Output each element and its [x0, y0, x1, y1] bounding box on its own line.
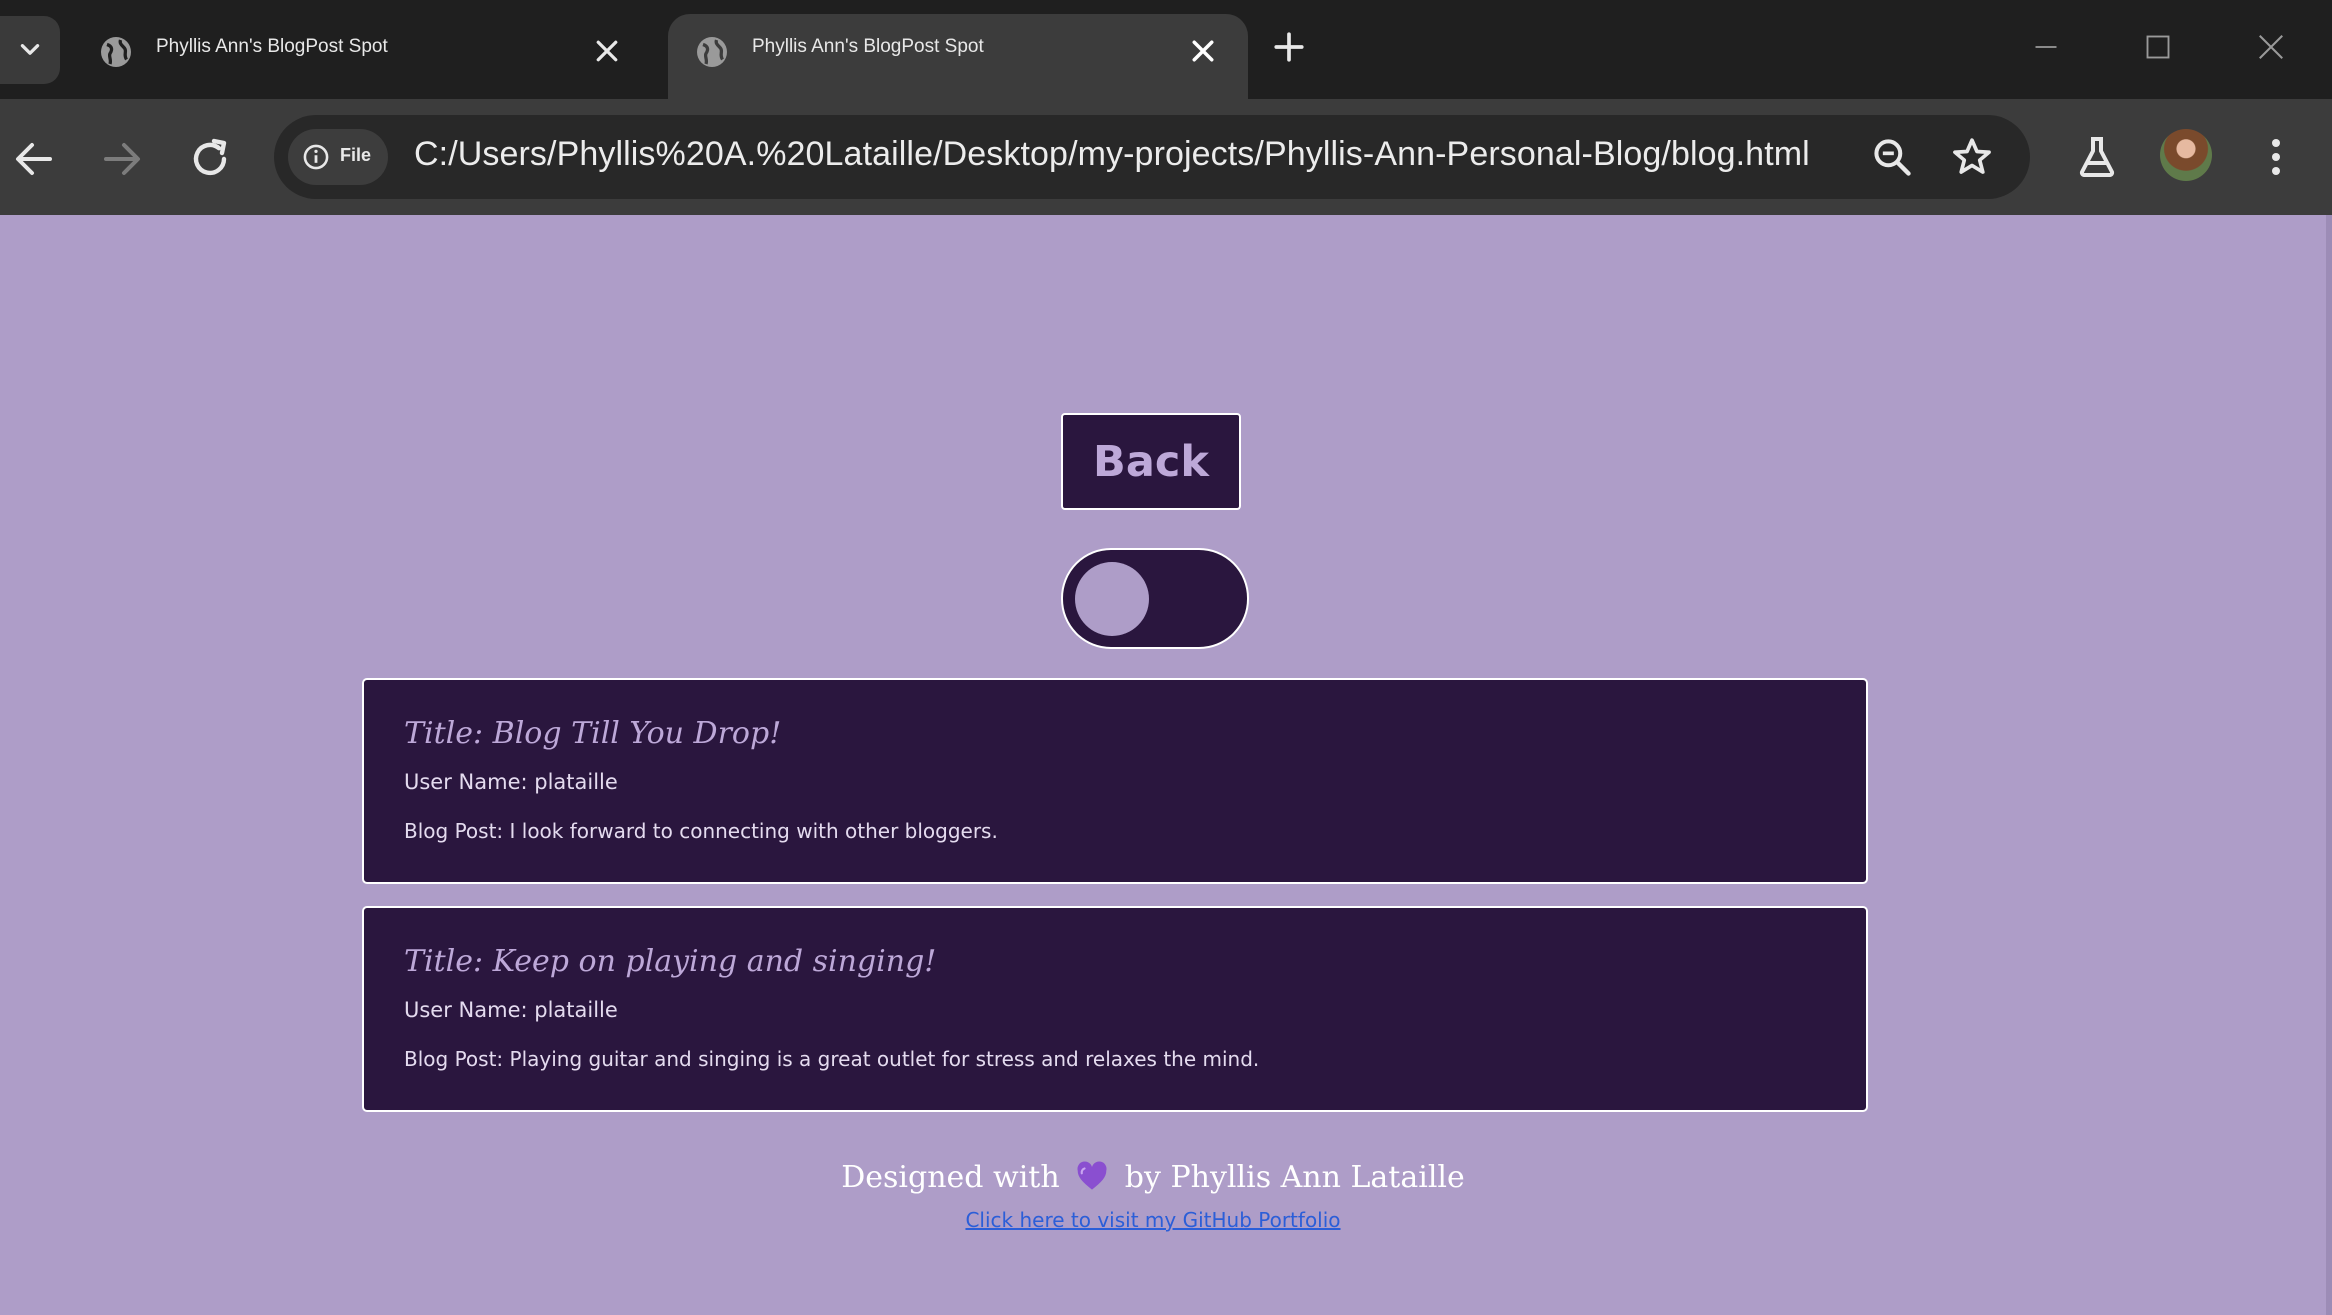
maximize-icon — [2146, 35, 2170, 59]
file-label: File — [340, 145, 372, 165]
tab-title: Phyllis Ann's BlogPost Spot — [752, 36, 984, 57]
browser-toolbar: File C:/Users/Phyllis%20A.%20Lataille/De… — [0, 99, 2332, 215]
tab-search-button[interactable] — [0, 16, 60, 84]
blog-post-card: Title: Keep on playing and singing! User… — [362, 906, 1868, 1112]
post-body: Blog Post: I look forward to connecting … — [404, 819, 998, 843]
minimize-button[interactable] — [2021, 22, 2071, 72]
post-user-name: User Name: plataille — [404, 770, 618, 794]
page-scrollbar[interactable] — [2326, 215, 2332, 1315]
page-body: Back Title: Blog Till You Drop! User Nam… — [0, 215, 2332, 1315]
theme-toggle[interactable] — [1061, 548, 1249, 649]
reload-icon[interactable] — [186, 135, 234, 183]
close-icon[interactable] — [1188, 36, 1218, 66]
zoom-out-icon[interactable] — [1870, 135, 1914, 179]
close-window-button[interactable] — [2246, 22, 2296, 72]
toggle-knob — [1075, 562, 1149, 636]
credit-suffix: by Phyllis Ann Lataille — [1124, 1160, 1465, 1195]
close-icon — [2259, 35, 2283, 59]
github-portfolio-link: Click here to visit my GitHub Portfolio — [0, 1208, 2306, 1232]
chevron-down-icon — [20, 44, 40, 55]
plus-icon[interactable] — [1272, 30, 1306, 64]
browser-tab[interactable]: Phyllis Ann's BlogPost Spot — [72, 14, 652, 99]
post-title: Title: Blog Till You Drop! — [404, 716, 782, 751]
browser-tab-active[interactable]: Phyllis Ann's BlogPost Spot — [668, 14, 1248, 99]
url-text[interactable]: C:/Users/Phyllis%20A.%20Lataille/Desktop… — [414, 135, 1810, 174]
profile-avatar[interactable] — [2160, 129, 2212, 181]
github-link-text[interactable]: Click here to visit my GitHub Portfolio — [965, 1208, 1340, 1232]
flask-icon[interactable] — [2073, 133, 2121, 181]
credit-prefix: Designed with — [841, 1160, 1060, 1195]
globe-icon — [697, 37, 727, 67]
purple-heart-icon — [1077, 1161, 1107, 1190]
minimize-icon — [2035, 46, 2057, 48]
back-button[interactable]: Back — [1061, 413, 1241, 510]
arrow-left-icon[interactable] — [10, 135, 58, 183]
globe-icon — [101, 37, 131, 67]
site-info-chip[interactable]: File — [288, 129, 388, 185]
close-icon[interactable] — [592, 36, 622, 66]
kebab-menu-icon[interactable] — [2252, 133, 2300, 181]
post-body: Blog Post: Playing guitar and singing is… — [404, 1047, 1260, 1071]
tab-title: Phyllis Ann's BlogPost Spot — [156, 36, 388, 57]
post-user-name: User Name: plataille — [404, 998, 618, 1022]
tab-strip: Phyllis Ann's BlogPost Spot Phyllis Ann'… — [0, 0, 2332, 99]
footer-credit: Designed with by Phyllis Ann Lataille — [0, 1160, 2306, 1195]
maximize-button[interactable] — [2133, 22, 2183, 72]
address-bar[interactable]: File C:/Users/Phyllis%20A.%20Lataille/De… — [274, 115, 2030, 199]
star-icon[interactable] — [1950, 135, 1994, 179]
info-icon — [303, 144, 329, 170]
blog-post-card: Title: Blog Till You Drop! User Name: pl… — [362, 678, 1868, 884]
post-title: Title: Keep on playing and singing! — [404, 944, 937, 979]
arrow-right-icon[interactable] — [98, 135, 146, 183]
